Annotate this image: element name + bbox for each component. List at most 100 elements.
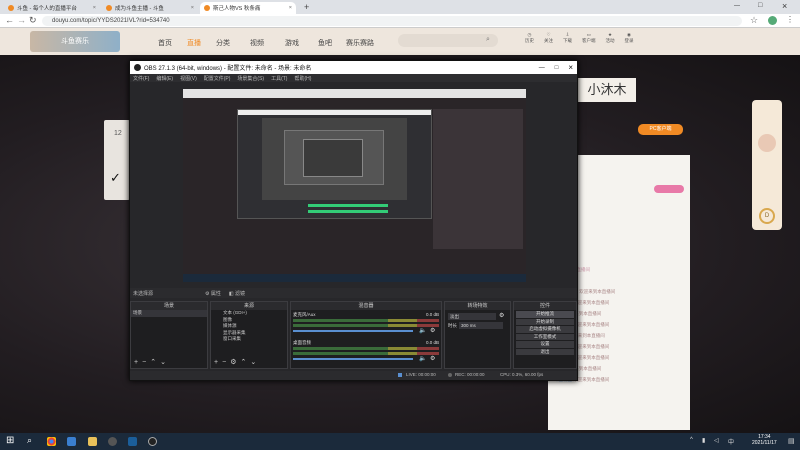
filters-button[interactable]: ◧ 滤镜 (229, 290, 245, 297)
clock[interactable]: 17:34 2021/11/17 (752, 434, 777, 446)
window-close-button[interactable]: × (782, 1, 787, 11)
notification-icon[interactable]: ▤ (788, 437, 795, 445)
level-badge-icon[interactable]: D (759, 208, 775, 224)
follow-icon[interactable]: ♡ 关注 (544, 32, 553, 44)
tab-live-room[interactable]: 斯己人物VS 秋条痛 × (200, 2, 296, 14)
search-input[interactable] (398, 34, 498, 47)
speaker-icon[interactable]: 🔈 (419, 327, 426, 334)
nav-category[interactable]: 分类 (216, 38, 230, 48)
download-icon[interactable]: ⇩ 下载 (563, 32, 572, 44)
tab-become-streamer[interactable]: 成为斗鱼主播 - 斗鱼 × (102, 2, 198, 14)
up-icon[interactable]: ⌃ (150, 358, 156, 366)
add-icon[interactable]: + (134, 359, 138, 366)
url-input[interactable]: douyu.com/topic/YYDS2021IVL?rid=534740 (42, 16, 742, 26)
obs-minimize-button[interactable]: — (539, 65, 545, 71)
forward-icon[interactable]: → (17, 15, 26, 25)
source-item[interactable]: 窗口采集 (211, 336, 287, 343)
menu-icon[interactable]: ⋮ (786, 15, 794, 24)
nested-meter (308, 204, 388, 207)
window-minimize-button[interactable]: — (734, 3, 740, 9)
close-icon[interactable]: × (191, 5, 194, 11)
reload-icon[interactable]: ↻ (29, 15, 37, 26)
app-icon[interactable] (67, 437, 76, 446)
gear-icon[interactable]: ⚙ (230, 358, 236, 366)
obs-title-bar: OBS 27.1.3 (64-bit, windows) - 配置文件: 未命名… (130, 61, 577, 74)
network-icon[interactable]: ▮ (702, 437, 705, 444)
douyu-logo[interactable]: 斗鱼赛乐 (30, 31, 120, 52)
menu-view[interactable]: 视图(V) (180, 75, 197, 82)
obs-close-button[interactable]: × (568, 63, 573, 72)
obs-logo-icon (134, 64, 141, 71)
profile-avatar[interactable] (768, 16, 777, 25)
window-maximize-button[interactable]: □ (758, 2, 762, 9)
close-icon[interactable]: × (289, 5, 292, 11)
menu-edit[interactable]: 编辑(E) (156, 75, 173, 82)
menu-tools[interactable]: 工具(T) (271, 75, 287, 82)
tab-douyu-home[interactable]: 斗鱼 - 每个人的直播平台 × (4, 2, 100, 14)
rec-timer: REC: 00:00:00 (455, 372, 485, 377)
settings-button[interactable]: 设置 (516, 341, 574, 348)
settings-icon[interactable] (108, 437, 117, 446)
client-icon[interactable]: ▭ 客户端 (582, 32, 596, 44)
exit-button[interactable]: 退出 (516, 348, 574, 355)
nike-logo: ✓ (110, 170, 121, 185)
transition-select[interactable]: 淡出 (448, 313, 496, 320)
virtual-camera-button[interactable]: 启动虚拟摄像机 (516, 326, 574, 333)
obs-preview[interactable] (183, 89, 526, 282)
properties-button[interactable]: ⚙ 属性 (205, 290, 221, 297)
gear-icon[interactable]: ⚙ (430, 327, 435, 334)
volume-slider[interactable] (293, 358, 413, 360)
activity-icon[interactable]: ★ 活动 (606, 32, 615, 44)
star-icon[interactable]: ☆ (750, 15, 758, 26)
language-indicator[interactable]: 中 (728, 437, 734, 446)
promo-avatar[interactable] (758, 134, 776, 152)
back-icon[interactable]: ← (5, 15, 14, 25)
controls-dock: 控件 开始推流 开始录制 启动虚拟摄像机 工作室模式 设置 退出 (513, 301, 577, 369)
login-icon[interactable]: ◉ 登录 (625, 32, 634, 44)
remove-icon[interactable]: − (142, 359, 146, 366)
duration-input[interactable]: 300 ms (459, 322, 503, 329)
close-icon[interactable]: × (93, 5, 96, 11)
windows-start-icon[interactable]: ⊞ (6, 435, 14, 446)
remove-icon[interactable]: − (222, 359, 226, 366)
up-icon[interactable]: ⌃ (240, 358, 246, 366)
down-icon[interactable]: ⌄ (160, 358, 166, 366)
obs-icon[interactable] (148, 437, 157, 446)
tray-overflow-icon[interactable]: ^ (690, 437, 693, 443)
gear-icon[interactable]: ⚙ (430, 355, 435, 362)
history-icon[interactable]: ◷ 历史 (525, 32, 534, 44)
studio-mode-button[interactable]: 工作室模式 (516, 333, 574, 340)
speaker-icon[interactable]: 🔈 (419, 355, 426, 362)
nav-event[interactable]: 赛乐赛路 (346, 38, 374, 48)
start-recording-button[interactable]: 开始录制 (516, 318, 574, 325)
menu-file[interactable]: 文件(F) (133, 75, 149, 82)
address-bar-row: ← → ↻ douyu.com/topic/YYDS2021IVL?rid=53… (0, 14, 800, 28)
nav-games[interactable]: 游戏 (285, 38, 299, 48)
scenes-title: 场景 (131, 302, 207, 310)
add-icon[interactable]: + (214, 359, 218, 366)
chrome-icon[interactable] (47, 437, 56, 446)
volume-icon[interactable]: ◁ (714, 437, 719, 444)
controls-title: 控件 (514, 302, 576, 310)
nav-live[interactable]: 直播 (187, 38, 201, 48)
streamer-name: 小沐木 (578, 78, 636, 102)
nav-video[interactable]: 视频 (250, 38, 264, 48)
menu-help[interactable]: 帮助(H) (294, 75, 311, 82)
gear-icon[interactable]: ⚙ (499, 312, 504, 319)
pc-client-button[interactable]: PC客户端 (638, 124, 683, 135)
file-explorer-icon[interactable] (88, 437, 97, 446)
sources-title: 来源 (211, 302, 287, 310)
obs-maximize-button[interactable]: □ (555, 65, 559, 71)
search-icon[interactable]: ⌕ (486, 36, 490, 44)
menu-scene-collection[interactable]: 场景集合(S) (237, 75, 264, 82)
search-icon[interactable]: ⌕ (27, 435, 32, 446)
nav-fishbar[interactable]: 鱼吧 (318, 38, 332, 48)
start-streaming-button[interactable]: 开始推流 (516, 311, 574, 318)
menu-profile[interactable]: 配置文件(P) (204, 75, 231, 82)
down-icon[interactable]: ⌄ (250, 358, 256, 366)
volume-slider[interactable] (293, 330, 413, 332)
new-tab-button[interactable]: + (304, 2, 309, 12)
nav-home[interactable]: 首页 (158, 38, 172, 48)
steam-icon[interactable] (128, 437, 137, 446)
scene-item[interactable]: 场景 (131, 310, 207, 317)
